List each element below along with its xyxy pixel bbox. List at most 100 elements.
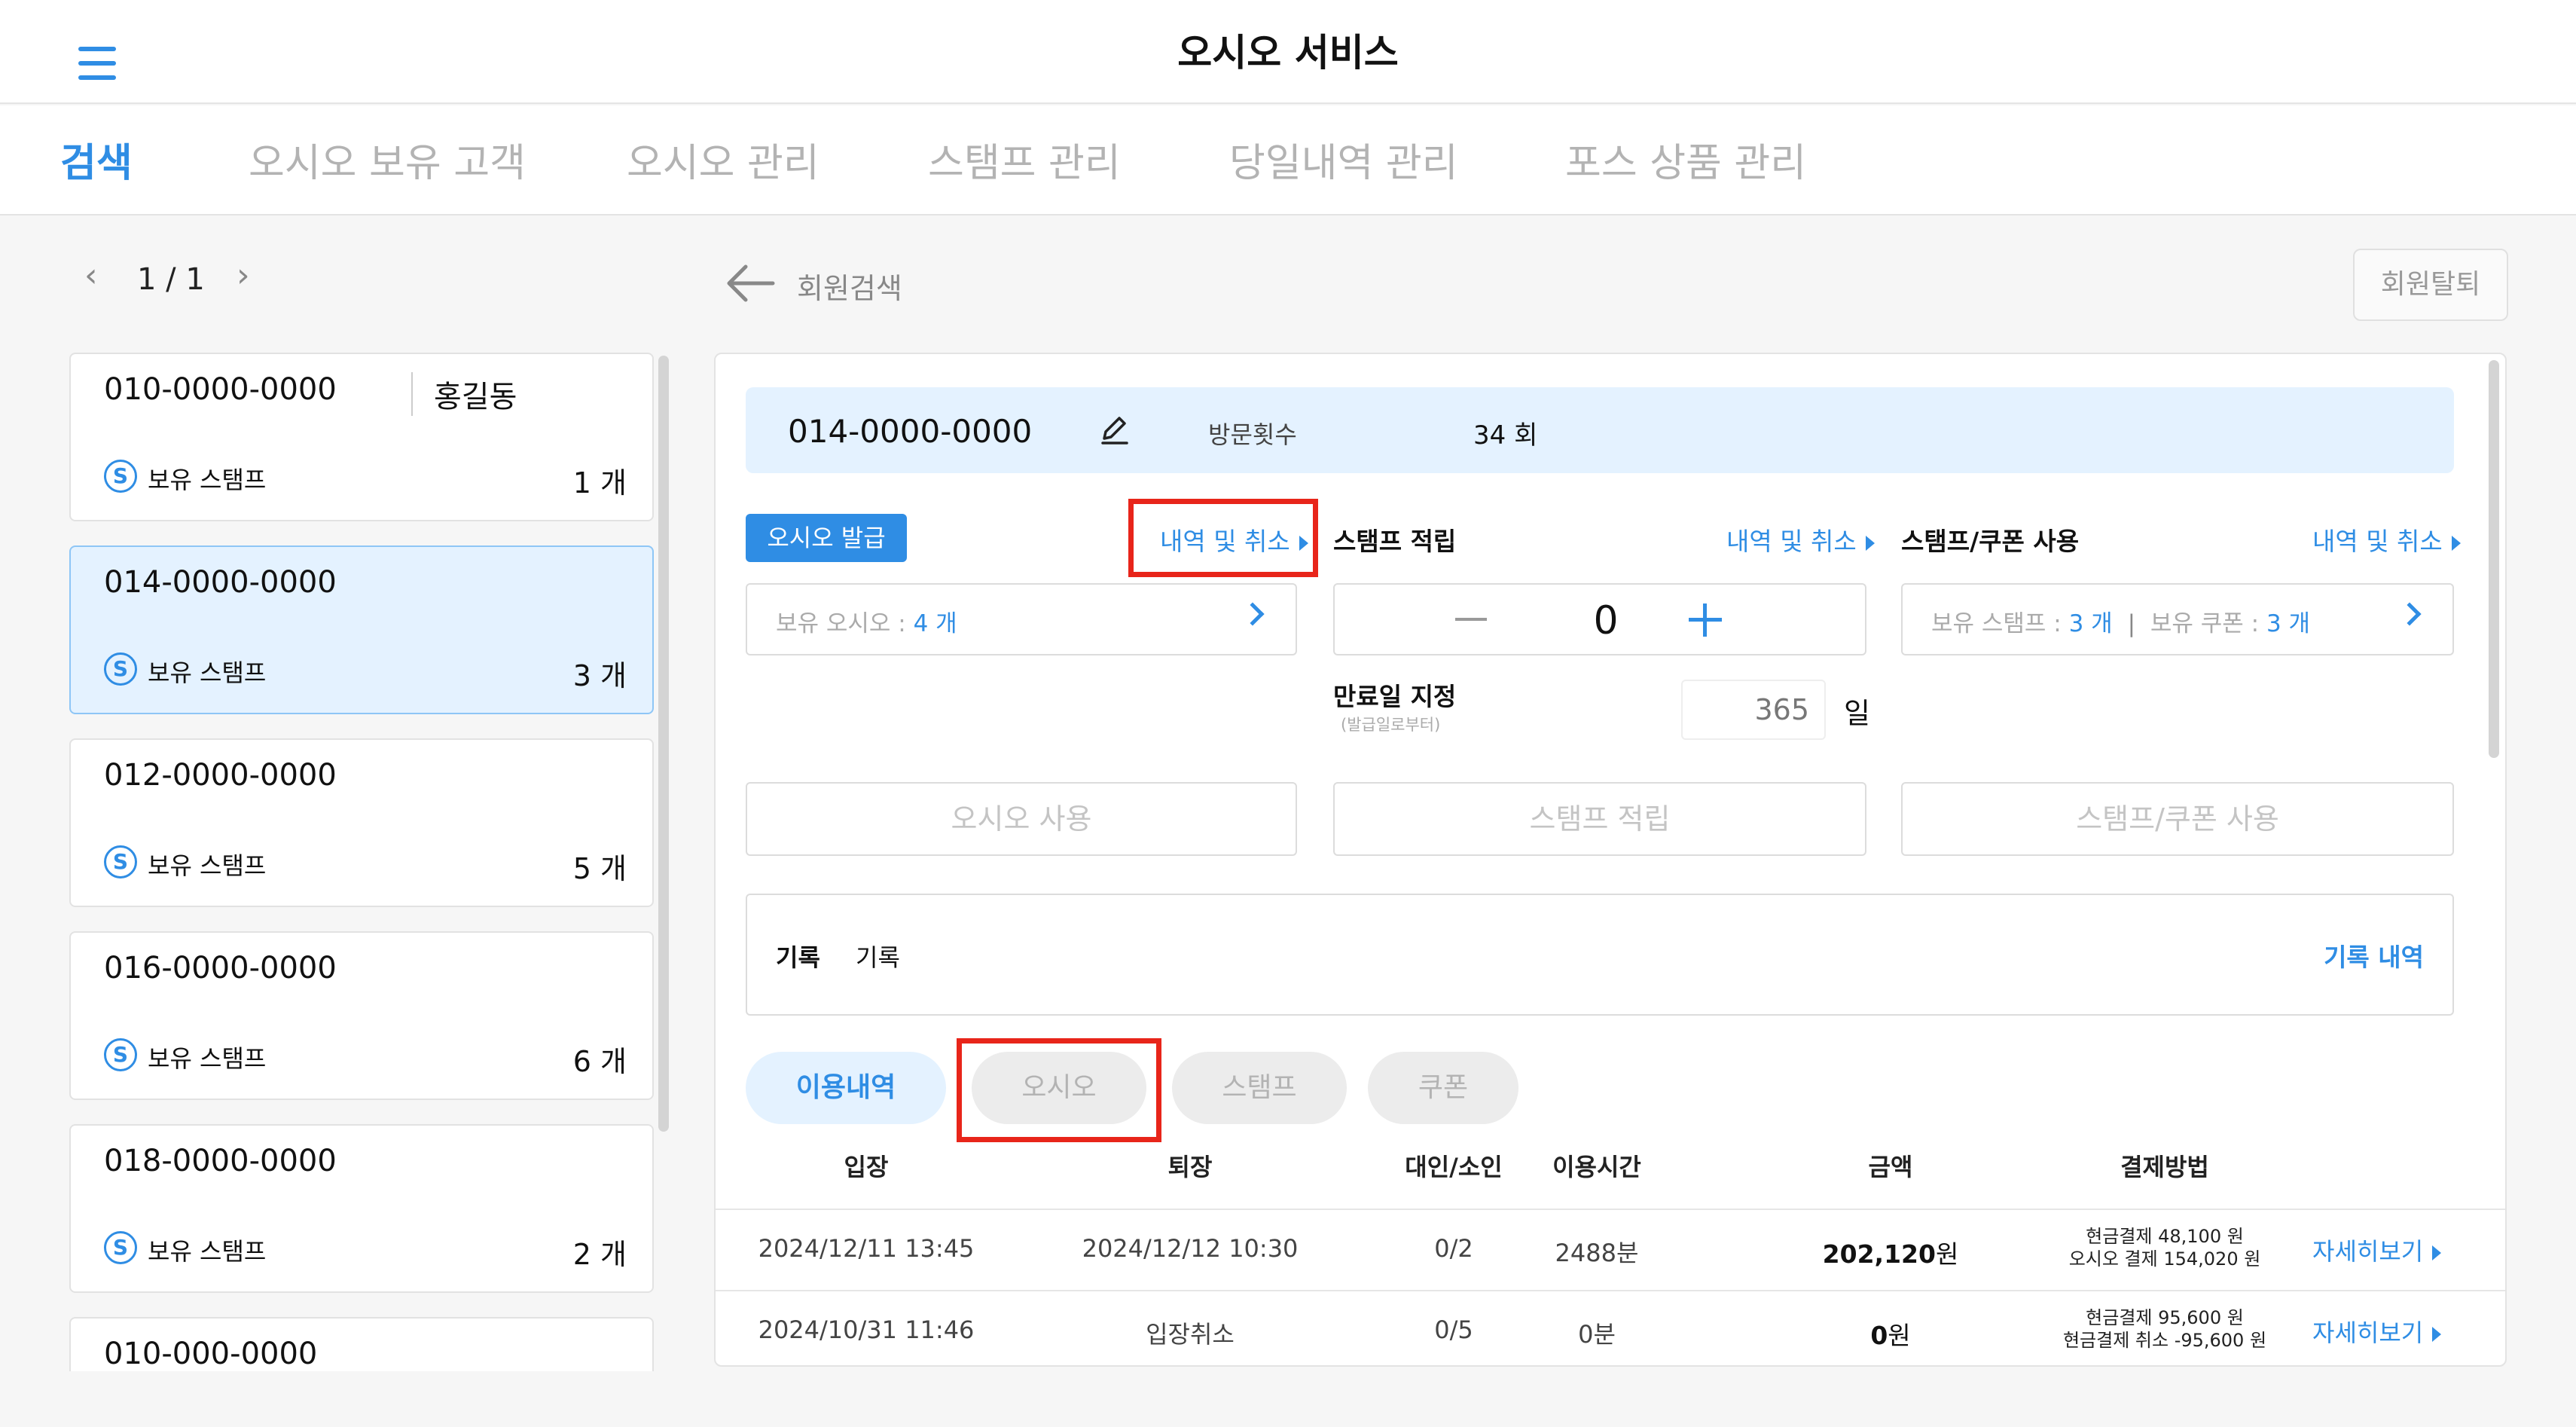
withdraw-button[interactable]: 회원탈퇴 [2353,249,2508,321]
column-header: 입장 [844,1153,889,1181]
back-label: 회원검색 [797,272,902,305]
page-indicator: 1 / 1 [137,262,205,297]
osio-issue-button[interactable]: 오시오 발급 [746,514,907,562]
osio-history-link[interactable]: 내역 및 취소 [1160,521,1308,558]
stamp-stepper-value[interactable]: 0 [1561,598,1651,643]
tab-osio-management[interactable]: 오시오 관리 [627,131,819,188]
minus-icon[interactable] [1455,618,1487,621]
stamp-icon: S [104,845,137,879]
stamp-label: 보유 스탬프 [148,851,267,880]
stamp-history-link[interactable]: 내역 및 취소 [1726,521,1875,558]
stamp-save-button[interactable]: 스탬프 적립 [1333,782,1866,856]
record-box: 기록 기록 기록 내역 [746,894,2454,1016]
top-bar: 오시오 서비스 [0,0,2576,104]
column-header: 금액 [1868,1153,1913,1181]
chevron-right-icon [2397,602,2422,626]
people-count: 0/5 [1434,1315,1473,1344]
people-count: 0/2 [1434,1234,1473,1263]
stamp-icon: S [104,652,137,686]
tab-pos-products[interactable]: 포스 상품 관리 [1565,131,1806,188]
member-card[interactable]: 018-0000-0000 S 보유 스탬프 2 개 [69,1124,654,1293]
osio-held-field[interactable]: 보유 오시오 : 4 개 [746,583,1297,655]
stamp-count: 2 개 [572,1238,627,1271]
member-name: 홍길동 [411,372,517,416]
coupon-heading: 스탬프/쿠폰 사용 [1901,527,2080,556]
member-info-strip: 014-0000-0000 방문횟수 34 회 [746,387,2454,473]
stamp-count: 1 개 [572,466,627,500]
column-header: 결제방법 [2120,1153,2209,1181]
coupon-held-field[interactable]: 보유 스탬프 : 3 개 | 보유 쿠폰 : 3 개 [1901,583,2454,655]
member-card[interactable]: 014-0000-0000 S 보유 스탬프 3 개 [69,545,654,714]
stamp-stepper: 0 [1333,583,1866,655]
member-phone: 014-0000-0000 [788,413,1033,450]
entry-time: 2024/12/11 13:45 [758,1234,975,1263]
member-list: 010-0000-0000 홍길동 S 보유 스탬프 1 개 014-0000-… [69,353,655,1371]
stamp-count: 3 개 [572,659,627,692]
usage-time: 2488분 [1555,1239,1639,1267]
coupon-use-button[interactable]: 스탬프/쿠폰 사용 [1901,782,2454,856]
stamp-label: 보유 스탬프 [148,658,267,687]
coupon-history-link[interactable]: 내역 및 취소 [2312,521,2461,558]
stamp-heading: 스탬프 적립 [1333,527,1457,556]
tab-daily-history[interactable]: 당일내역 관리 [1229,131,1458,188]
tab-search[interactable]: 검색 [60,131,133,188]
chevron-right-icon [1241,602,1265,626]
member-phone: 016-0000-0000 [104,951,337,985]
member-card[interactable]: 010-000-0000 [69,1317,654,1371]
record-value[interactable]: 기록 [856,939,900,973]
back-arrow-icon[interactable] [723,261,776,306]
prev-page-icon[interactable]: ‹ [84,256,98,295]
filter-stamp[interactable]: 스탬프 [1172,1052,1347,1124]
member-card[interactable]: 016-0000-0000 S 보유 스탬프 6 개 [69,931,654,1100]
amount: 0원 [1870,1321,1911,1350]
tab-osio-customers[interactable]: 오시오 보유 고객 [249,131,526,188]
stamp-label: 보유 스탬프 [148,1044,267,1073]
visit-count-value: 34 회 [1473,420,1538,451]
column-header: 이용시간 [1552,1153,1641,1181]
tab-stamp-management[interactable]: 스탬프 관리 [928,131,1121,188]
amount: 202,120원 [1822,1239,1959,1269]
osio-use-button[interactable]: 오시오 사용 [746,782,1297,856]
member-phone: 018-0000-0000 [104,1144,337,1178]
member-detail-panel: 014-0000-0000 방문횟수 34 회 오시오 발급 내역 및 취소 보… [714,353,2507,1367]
stamp-icon: S [104,1231,137,1264]
stamp-label: 보유 스탬프 [148,466,267,494]
member-phone: 010-000-0000 [104,1337,318,1371]
expiry-days-input[interactable]: 365 [1681,680,1826,740]
payment-method: 현금결제 95,600 원 현금결제 취소 -95,600 원 [2062,1307,2267,1351]
coupon-held-text: 보유 스탬프 : 3 개 | 보유 쿠폰 : 3 개 [1931,610,2311,637]
edit-icon[interactable] [1095,410,1133,448]
visit-count-label: 방문횟수 [1208,420,1297,449]
stamp-count: 6 개 [572,1045,627,1078]
column-header: 대인/소인 [1405,1153,1503,1181]
filter-osio[interactable]: 오시오 [972,1052,1146,1124]
member-phone: 014-0000-0000 [104,565,337,600]
stamp-icon: S [104,460,137,493]
member-phone: 010-0000-0000 [104,372,337,407]
expiry-unit: 일 [1844,697,1870,730]
stamp-count: 5 개 [572,852,627,885]
app-title: 오시오 서비스 [1177,31,1399,75]
member-phone: 012-0000-0000 [104,758,337,793]
record-history-link[interactable]: 기록 내역 [2324,937,2424,973]
next-page-icon[interactable]: › [237,256,250,295]
stamp-label: 보유 스탬프 [148,1237,267,1266]
table-row: 2024/12/11 13:45 2024/12/12 10:30 0/2 24… [716,1209,2505,1290]
panel-scrollbar[interactable] [2489,360,2499,758]
entry-time: 2024/10/31 11:46 [758,1315,975,1344]
detail-link[interactable]: 자세히보기 [2312,1233,2442,1267]
member-card[interactable]: 012-0000-0000 S 보유 스탬프 5 개 [69,738,654,907]
member-list-scrollbar[interactable] [658,356,669,1132]
record-label: 기록 [776,943,820,972]
osio-held-text: 보유 오시오 : 4 개 [776,610,957,637]
filter-usage[interactable]: 이용내역 [746,1052,946,1124]
filter-coupon[interactable]: 쿠폰 [1368,1052,1518,1124]
table-row: 2024/10/31 11:46 입장취소 0/5 0분 0원 현금결제 95,… [716,1290,2505,1365]
detail-link[interactable]: 자세히보기 [2312,1314,2442,1349]
plus-icon[interactable] [1674,592,1737,649]
column-header: 퇴장 [1167,1153,1213,1181]
nav-tabs: 검색 오시오 보유 고객 오시오 관리 스탬프 관리 당일내역 관리 포스 상품… [0,105,2576,215]
expiry-label: 만료일 지정 [1333,682,1457,711]
member-card[interactable]: 010-0000-0000 홍길동 S 보유 스탬프 1 개 [69,353,654,521]
usage-time: 0분 [1578,1320,1616,1349]
